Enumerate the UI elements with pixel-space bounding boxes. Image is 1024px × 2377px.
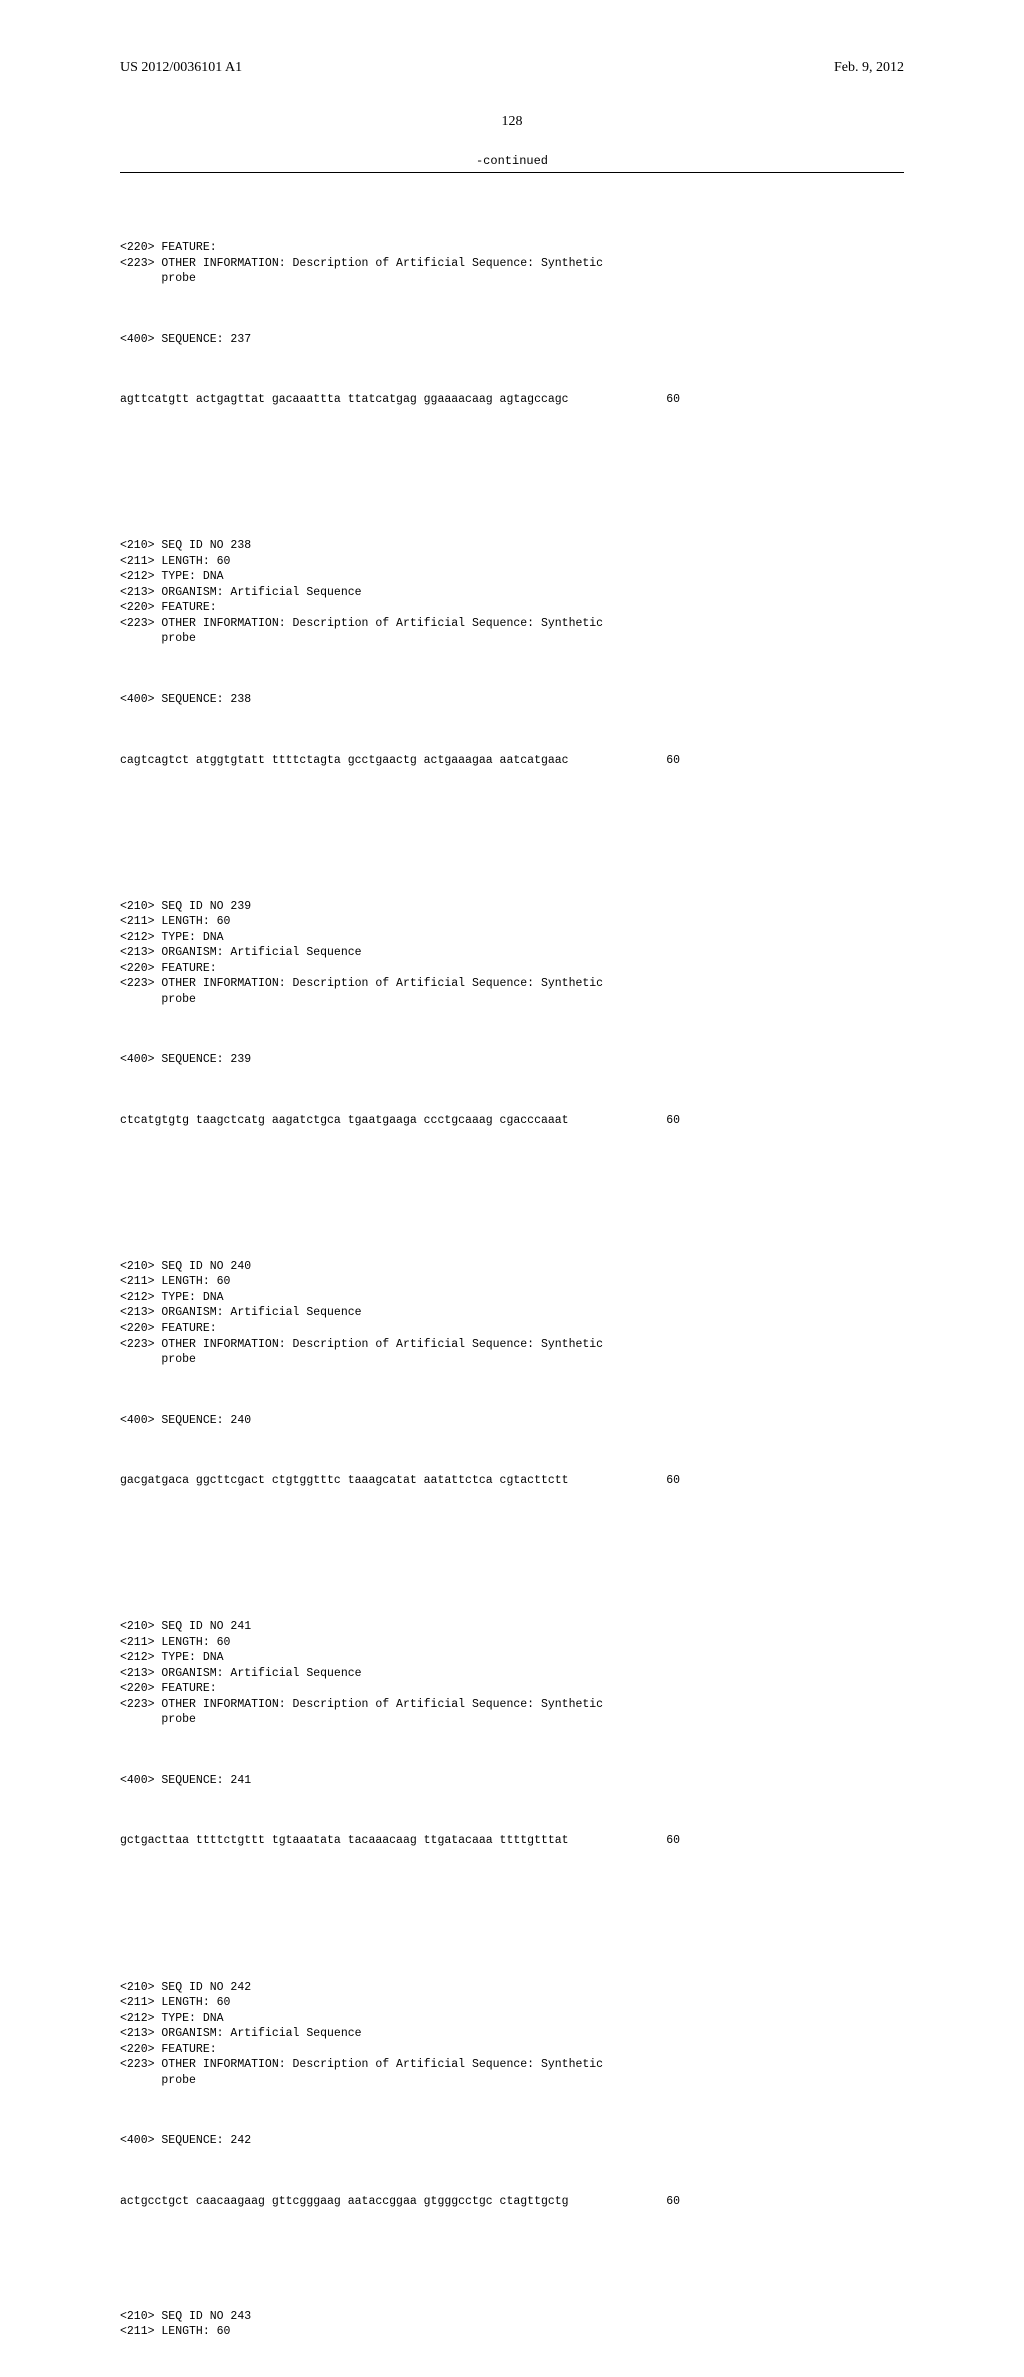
sequence-line: gctgacttaa ttttctgttt tgtaaatata tacaaac… xyxy=(120,1833,680,1849)
other-info-line-a: <223> OTHER INFORMATION: Description of … xyxy=(120,617,603,630)
sequence-text: agttcatgtt actgagttat gacaaattta ttatcat… xyxy=(120,392,569,408)
length-line: <211> LENGTH: 60 xyxy=(120,1636,230,1649)
continued-label: -continued xyxy=(120,154,904,172)
entry-header: <210> SEQ ID NO 240 <211> LENGTH: 60 <21… xyxy=(120,1259,904,1368)
entry-239: <210> SEQ ID NO 239 <211> LENGTH: 60 <21… xyxy=(120,868,904,1160)
entry-238: <210> SEQ ID NO 238 <211> LENGTH: 60 <21… xyxy=(120,507,904,799)
entry-header: <210> SEQ ID NO 238 <211> LENGTH: 60 <21… xyxy=(120,538,904,647)
sequence-label: <400> SEQUENCE: 239 xyxy=(120,1052,904,1068)
feature-line: <220> FEATURE: xyxy=(120,2043,217,2056)
other-info-line-b: probe xyxy=(120,1353,196,1366)
entry-header: <210> SEQ ID NO 242 <211> LENGTH: 60 <21… xyxy=(120,1980,904,2089)
type-line: <212> TYPE: DNA xyxy=(120,1291,224,1304)
sequence-text: ctcatgtgtg taagctcatg aagatctgca tgaatga… xyxy=(120,1113,569,1129)
sequence-text: gctgacttaa ttttctgttt tgtaaatata tacaaac… xyxy=(120,1833,569,1849)
position: 60 xyxy=(666,2194,680,2210)
organism-line: <213> ORGANISM: Artificial Sequence xyxy=(120,2027,362,2040)
sequence-text: actgcctgct caacaagaag gttcgggaag aataccg… xyxy=(120,2194,569,2210)
feature-line: <220> FEATURE: xyxy=(120,1322,217,1335)
length-line: <211> LENGTH: 60 xyxy=(120,2325,230,2338)
other-info-line-a: <223> OTHER INFORMATION: Description of … xyxy=(120,257,603,270)
other-info-line-b: probe xyxy=(120,1713,196,1726)
position: 60 xyxy=(666,753,680,769)
sequence-line: ctcatgtgtg taagctcatg aagatctgca tgaatga… xyxy=(120,1113,680,1129)
sequence-text: gacgatgaca ggcttcgact ctgtggtttc taaagca… xyxy=(120,1473,569,1489)
entry-243-partial: <210> SEQ ID NO 243 <211> LENGTH: 60 xyxy=(120,2309,904,2340)
sequence-label: <400> SEQUENCE: 240 xyxy=(120,1413,904,1429)
other-info-line-a: <223> OTHER INFORMATION: Description of … xyxy=(120,1698,603,1711)
length-line: <211> LENGTH: 60 xyxy=(120,1996,230,2009)
publication-number: US 2012/0036101 A1 xyxy=(120,60,242,76)
feature-line: <220> FEATURE: xyxy=(120,241,217,254)
sequence-listing: <220> FEATURE: <223> OTHER INFORMATION: … xyxy=(120,178,904,2377)
page-header: US 2012/0036101 A1 Feb. 9, 2012 xyxy=(120,60,904,76)
rule-top xyxy=(120,172,904,173)
other-info-line-b: probe xyxy=(120,632,196,645)
type-line: <212> TYPE: DNA xyxy=(120,2012,224,2025)
entry-header: <210> SEQ ID NO 241 <211> LENGTH: 60 <21… xyxy=(120,1619,904,1728)
sequence-label: <400> SEQUENCE: 242 xyxy=(120,2133,904,2149)
seq-id-line: <210> SEQ ID NO 239 xyxy=(120,900,251,913)
sequence-line: agttcatgtt actgagttat gacaaattta ttatcat… xyxy=(120,392,680,408)
organism-line: <213> ORGANISM: Artificial Sequence xyxy=(120,586,362,599)
position: 60 xyxy=(666,1113,680,1129)
length-line: <211> LENGTH: 60 xyxy=(120,1275,230,1288)
feature-line: <220> FEATURE: xyxy=(120,1682,217,1695)
sequence-label: <400> SEQUENCE: 241 xyxy=(120,1773,904,1789)
other-info-line-b: probe xyxy=(120,272,196,285)
organism-line: <213> ORGANISM: Artificial Sequence xyxy=(120,946,362,959)
type-line: <212> TYPE: DNA xyxy=(120,570,224,583)
seq-id-line: <210> SEQ ID NO 240 xyxy=(120,1260,251,1273)
entry-237: <220> FEATURE: <223> OTHER INFORMATION: … xyxy=(120,209,904,439)
entry-241: <210> SEQ ID NO 241 <211> LENGTH: 60 <21… xyxy=(120,1588,904,1880)
sequence-line: actgcctgct caacaagaag gttcgggaag aataccg… xyxy=(120,2194,680,2210)
sequence-label: <400> SEQUENCE: 238 xyxy=(120,692,904,708)
entry-header: <210> SEQ ID NO 239 <211> LENGTH: 60 <21… xyxy=(120,899,904,1008)
feature-line: <220> FEATURE: xyxy=(120,601,217,614)
other-info-line-b: probe xyxy=(120,2074,196,2087)
sequence-line: gacgatgaca ggcttcgact ctgtggtttc taaagca… xyxy=(120,1473,680,1489)
entry-header: <220> FEATURE: <223> OTHER INFORMATION: … xyxy=(120,240,904,287)
sequence-label: <400> SEQUENCE: 237 xyxy=(120,332,904,348)
entry-240: <210> SEQ ID NO 240 <211> LENGTH: 60 <21… xyxy=(120,1228,904,1520)
organism-line: <213> ORGANISM: Artificial Sequence xyxy=(120,1306,362,1319)
sequence-line: cagtcagtct atggtgtatt ttttctagta gcctgaa… xyxy=(120,753,680,769)
position: 60 xyxy=(666,1833,680,1849)
type-line: <212> TYPE: DNA xyxy=(120,931,224,944)
publication-date: Feb. 9, 2012 xyxy=(834,60,904,76)
length-line: <211> LENGTH: 60 xyxy=(120,555,230,568)
other-info-line-a: <223> OTHER INFORMATION: Description of … xyxy=(120,977,603,990)
seq-id-line: <210> SEQ ID NO 241 xyxy=(120,1620,251,1633)
other-info-line-a: <223> OTHER INFORMATION: Description of … xyxy=(120,2058,603,2071)
type-line: <212> TYPE: DNA xyxy=(120,1651,224,1664)
seq-id-line: <210> SEQ ID NO 243 xyxy=(120,2310,251,2323)
seq-id-line: <210> SEQ ID NO 242 xyxy=(120,1981,251,1994)
entry-242: <210> SEQ ID NO 242 <211> LENGTH: 60 <21… xyxy=(120,1949,904,2241)
other-info-line-a: <223> OTHER INFORMATION: Description of … xyxy=(120,1338,603,1351)
length-line: <211> LENGTH: 60 xyxy=(120,915,230,928)
seq-id-line: <210> SEQ ID NO 238 xyxy=(120,539,251,552)
sequence-text: cagtcagtct atggtgtatt ttttctagta gcctgaa… xyxy=(120,753,569,769)
page-number: 128 xyxy=(120,114,904,130)
position: 60 xyxy=(666,1473,680,1489)
organism-line: <213> ORGANISM: Artificial Sequence xyxy=(120,1667,362,1680)
patent-page: US 2012/0036101 A1 Feb. 9, 2012 128 -con… xyxy=(0,0,1024,1320)
other-info-line-b: probe xyxy=(120,993,196,1006)
feature-line: <220> FEATURE: xyxy=(120,962,217,975)
position: 60 xyxy=(666,392,680,408)
